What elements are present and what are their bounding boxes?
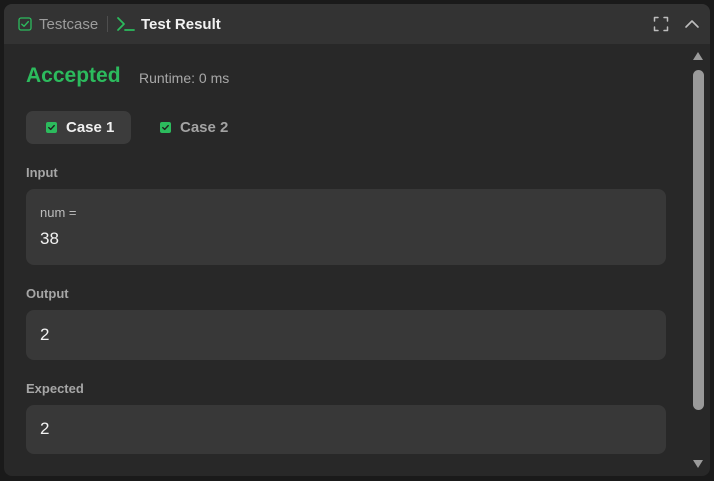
result-content: Accepted Runtime: 0 ms Case 1 Case 2 Inp…: [4, 44, 710, 476]
scrollbar-thumb[interactable]: [693, 70, 704, 410]
terminal-icon: [116, 16, 136, 32]
expected-value: 2: [40, 419, 50, 438]
runtime-text: Runtime: 0 ms: [139, 70, 230, 86]
test-result-panel: Testcase Test Result Accepted Runtime: 0…: [4, 4, 710, 476]
input-label: Input: [26, 165, 58, 180]
check-icon: [46, 122, 57, 133]
input-box: num = 38: [26, 189, 666, 265]
tab-divider: [107, 16, 108, 32]
input-var-name: num =: [40, 205, 77, 220]
expected-box: 2: [26, 405, 666, 454]
case-tab-2-label: Case 2: [180, 119, 229, 136]
fullscreen-button[interactable]: [651, 14, 671, 34]
panel-header: Testcase Test Result: [4, 4, 710, 44]
collapse-button[interactable]: [682, 14, 702, 34]
tab-testcase[interactable]: Testcase: [18, 4, 98, 44]
output-box: 2: [26, 310, 666, 360]
chevron-up-icon: [684, 16, 700, 32]
scroll-down-arrow-icon[interactable]: [693, 460, 703, 468]
expected-label: Expected: [26, 381, 84, 396]
tab-testcase-label: Testcase: [39, 15, 99, 33]
vertical-scrollbar[interactable]: [690, 52, 706, 474]
scroll-up-arrow-icon[interactable]: [693, 52, 703, 60]
case-tab-2[interactable]: Case 2: [140, 111, 245, 144]
tab-test-result[interactable]: Test Result: [116, 4, 221, 44]
output-label: Output: [26, 286, 69, 301]
checkbox-icon: [18, 17, 32, 31]
case-tab-1-label: Case 1: [66, 119, 115, 136]
output-value: 2: [40, 325, 50, 344]
check-icon: [160, 122, 171, 133]
result-status: Accepted: [26, 64, 121, 87]
input-value: 38: [40, 229, 59, 248]
case-tab-1[interactable]: Case 1: [26, 111, 131, 144]
fullscreen-icon: [653, 16, 669, 32]
tab-test-result-label: Test Result: [141, 15, 221, 33]
